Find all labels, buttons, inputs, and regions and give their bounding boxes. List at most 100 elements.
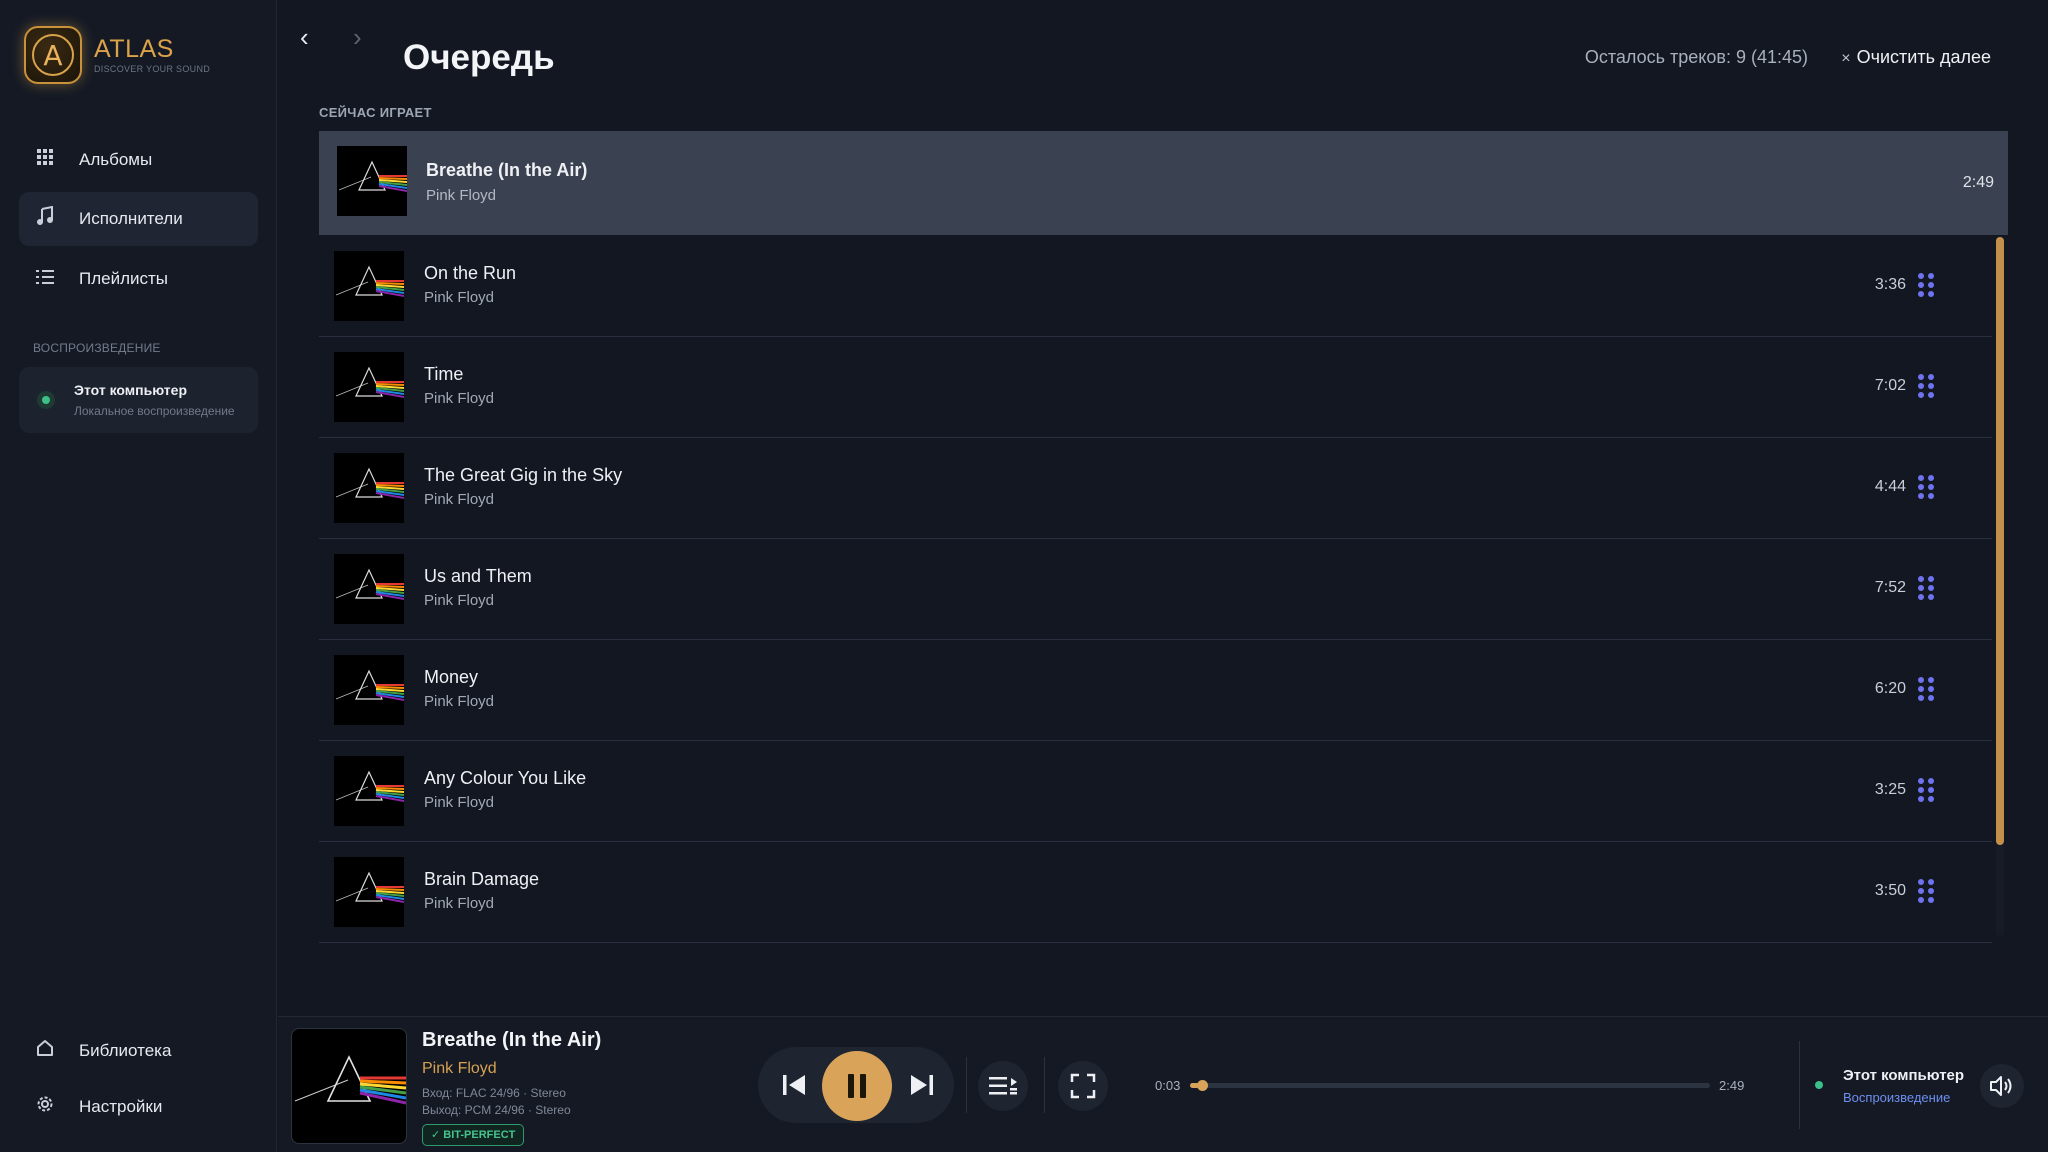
progress-handle[interactable] bbox=[1197, 1080, 1209, 1091]
output-device-status: Воспроизведение bbox=[1843, 1090, 1951, 1105]
logo-title: ATLAS bbox=[94, 35, 174, 63]
track-artist: Pink Floyd bbox=[424, 693, 495, 710]
player-track-artist[interactable]: Pink Floyd bbox=[422, 1060, 497, 1078]
sidebar-item-label: Библиотека bbox=[79, 1041, 172, 1060]
sidebar-item-artists[interactable]: Исполнители bbox=[19, 192, 258, 246]
track-title: Brain Damage bbox=[424, 869, 540, 889]
queue-row[interactable]: Time Pink Floyd 7:02 bbox=[319, 337, 1992, 438]
status-dot-icon bbox=[1815, 1081, 1823, 1089]
queue-row[interactable]: Any Colour You Like Pink Floyd 3:25 bbox=[319, 741, 1992, 842]
track-artist: Pink Floyd bbox=[424, 895, 495, 912]
track-duration: 4:44 bbox=[1874, 478, 1906, 495]
track-artist: Pink Floyd bbox=[424, 390, 495, 407]
scrollbar-thumb[interactable] bbox=[1996, 237, 2004, 845]
drag-handle-icon[interactable] bbox=[1918, 273, 1934, 299]
grid-icon bbox=[19, 148, 65, 172]
skip-previous-icon bbox=[783, 1075, 805, 1095]
queue-view: ‹ › Очередь Осталось треков: 9 (41:45) ×… bbox=[278, 0, 2048, 1016]
total-time: 2:49 bbox=[1719, 1078, 1745, 1093]
album-cover-icon bbox=[334, 655, 405, 725]
sidebar-item-label: Настройки bbox=[79, 1097, 163, 1116]
player-bar: Breathe (In the Air) Pink Floyd Вход: FL… bbox=[278, 1016, 2048, 1152]
track-duration: 3:25 bbox=[1874, 781, 1906, 798]
album-cover-icon[interactable] bbox=[291, 1028, 407, 1144]
drag-handle-icon[interactable] bbox=[1918, 778, 1934, 804]
device-name: Этот компьютер bbox=[74, 382, 187, 398]
track-title: Money bbox=[424, 667, 479, 687]
track-title: Breathe (In the Air) bbox=[426, 160, 588, 180]
queue-row[interactable]: Us and Them Pink Floyd 7:52 bbox=[319, 539, 1992, 640]
now-playing-label: СЕЙЧАС ИГРАЕТ bbox=[319, 105, 432, 120]
sidebar-item-label: Исполнители bbox=[79, 209, 183, 228]
progress-bar[interactable] bbox=[1190, 1083, 1710, 1088]
track-artist: Pink Floyd bbox=[424, 289, 495, 306]
track-title: The Great Gig in the Sky bbox=[424, 465, 623, 485]
track-title: Any Colour You Like bbox=[424, 768, 587, 788]
track-duration: 2:49 bbox=[1962, 174, 1994, 191]
queue-row[interactable]: On the Run Pink Floyd 3:36 bbox=[319, 236, 1992, 337]
pause-button[interactable] bbox=[822, 1051, 892, 1121]
list-icon bbox=[19, 268, 65, 291]
queue-button[interactable] bbox=[978, 1061, 1028, 1111]
sidebar-item-settings[interactable]: Настройки bbox=[19, 1080, 258, 1134]
output-device-name[interactable]: Этот компьютер bbox=[1843, 1067, 1964, 1084]
current-time: 0:03 bbox=[1155, 1078, 1181, 1093]
device-subtitle: Локальное воспроизведение bbox=[74, 404, 235, 418]
clear-queue-button[interactable]: × Очистить далее bbox=[1841, 47, 1991, 68]
sidebar-item-playlists[interactable]: Плейлисты bbox=[19, 252, 258, 306]
album-cover-icon bbox=[334, 453, 405, 523]
track-duration: 3:50 bbox=[1874, 882, 1906, 899]
queue-row[interactable]: Money Pink Floyd 6:20 bbox=[319, 640, 1992, 741]
track-artist: Pink Floyd bbox=[424, 592, 495, 609]
playback-section-label: ВОСПРОИЗВЕДЕНИЕ bbox=[33, 341, 161, 355]
back-button[interactable]: ‹ bbox=[300, 22, 309, 53]
divider bbox=[1044, 1057, 1045, 1113]
volume-button[interactable] bbox=[1980, 1064, 2024, 1108]
input-format: Вход: FLAC 24/96 · Stereo bbox=[422, 1086, 566, 1100]
playback-device-card[interactable]: Этот компьютер Локальное воспроизведение bbox=[19, 367, 258, 433]
drag-handle-icon[interactable] bbox=[1918, 879, 1934, 905]
sidebar-item-label: Плейлисты bbox=[79, 269, 169, 288]
page-title: Очередь bbox=[403, 38, 555, 77]
album-cover-icon bbox=[334, 352, 405, 422]
drag-handle-icon[interactable] bbox=[1918, 475, 1934, 501]
album-cover-icon bbox=[337, 146, 408, 216]
track-duration: 7:52 bbox=[1874, 579, 1906, 596]
next-track-button[interactable] bbox=[904, 1067, 940, 1103]
pause-icon bbox=[848, 1074, 866, 1098]
home-icon bbox=[19, 1039, 65, 1063]
previous-track-button[interactable] bbox=[776, 1067, 812, 1103]
divider bbox=[966, 1057, 967, 1113]
queue-row[interactable]: Brain Damage Pink Floyd 3:50 bbox=[319, 842, 1992, 943]
remaining-tracks: Осталось треков: 9 (41:45) bbox=[1584, 47, 1808, 67]
volume-icon bbox=[1990, 1076, 2012, 1096]
queue-row[interactable]: The Great Gig in the Sky Pink Floyd 4:44 bbox=[319, 438, 1992, 539]
track-duration: 3:36 bbox=[1874, 276, 1906, 293]
drag-handle-icon[interactable] bbox=[1918, 677, 1934, 703]
app-logo[interactable]: A ATLAS DISCOVER YOUR SOUND bbox=[24, 26, 210, 84]
drag-handle-icon[interactable] bbox=[1918, 576, 1934, 602]
track-artist: Pink Floyd bbox=[424, 794, 495, 811]
logo-badge: A bbox=[24, 26, 82, 84]
album-cover-icon bbox=[334, 756, 405, 826]
fullscreen-button[interactable] bbox=[1058, 1061, 1108, 1111]
track-title: Time bbox=[424, 364, 464, 384]
gear-icon bbox=[19, 1094, 65, 1120]
album-cover-icon bbox=[334, 857, 405, 927]
drag-handle-icon[interactable] bbox=[1918, 374, 1934, 400]
fullscreen-icon bbox=[1070, 1073, 1096, 1099]
sidebar-item-label: Альбомы bbox=[79, 150, 153, 169]
album-cover-icon bbox=[334, 554, 405, 624]
now-playing-row[interactable]: Breathe (In the Air) Pink Floyd 2:49 bbox=[319, 131, 2008, 235]
logo-letter: A bbox=[32, 34, 74, 76]
logo-subtitle: DISCOVER YOUR SOUND bbox=[94, 64, 211, 74]
track-title: On the Run bbox=[424, 263, 517, 283]
sidebar-item-library[interactable]: Библиотека bbox=[19, 1024, 258, 1078]
album-cover-icon bbox=[334, 251, 405, 321]
sidebar: A ATLAS DISCOVER YOUR SOUND Альбомы Испо… bbox=[0, 0, 277, 1152]
music-note-icon bbox=[19, 205, 65, 232]
forward-button[interactable]: › bbox=[353, 22, 362, 53]
output-format: Выход: PCM 24/96 · Stereo bbox=[422, 1103, 571, 1117]
player-track-title: Breathe (In the Air) bbox=[422, 1029, 602, 1051]
sidebar-item-albums[interactable]: Альбомы bbox=[19, 133, 258, 187]
